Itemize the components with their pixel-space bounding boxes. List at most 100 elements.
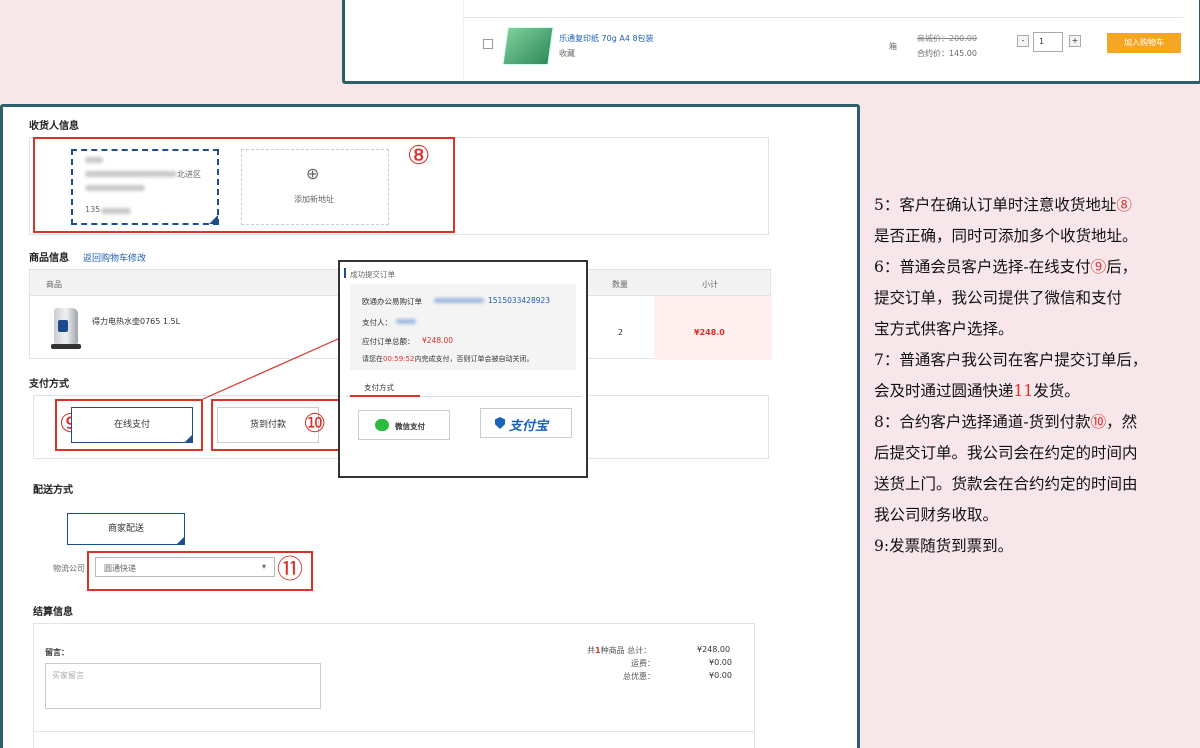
mall-price: 商城价：200.00 bbox=[917, 34, 977, 43]
note-text: 后提交订单。我公司会在约定的时间内 bbox=[874, 444, 1138, 462]
goods-section-title: 商品信息 bbox=[29, 253, 69, 264]
address-line2-blurred bbox=[85, 185, 145, 191]
payer-label: 支付人： bbox=[362, 318, 392, 327]
kettle-image bbox=[46, 306, 86, 350]
col-subtotal: 小计 bbox=[702, 280, 718, 289]
note-line: 8：合约客户选择通道-货到付款⑩，然 bbox=[874, 407, 1194, 438]
marker-11: ⑪ bbox=[277, 555, 304, 585]
order-no-blurred bbox=[434, 298, 484, 303]
selected-corner-icon bbox=[184, 434, 193, 443]
note-line: 我公司财务收取。 bbox=[874, 500, 1194, 531]
discount-label: 总优惠： bbox=[623, 672, 655, 681]
delivery-section-title: 配送方式 bbox=[33, 485, 73, 496]
product-name-link[interactable]: 乐通复印纸 70g A4 8包装 bbox=[559, 33, 654, 44]
add-to-cart-button[interactable]: 加入购物车 bbox=[1107, 33, 1181, 53]
note-line: 7：普通客户我公司在客户提交订单后， bbox=[874, 345, 1194, 376]
countdown-text: 请您在00:59:52内完成支付，否则订单会被自动关闭。 bbox=[362, 355, 534, 363]
note-text: 5：客户在确认订单时注意收货地址 bbox=[874, 196, 1117, 214]
item-qty: 2 bbox=[618, 328, 624, 337]
note-text: 8：合约客户选择通道-货到付款 bbox=[874, 413, 1091, 431]
logistics-value: 圆通快递 bbox=[104, 564, 136, 573]
note-text: 我公司财务收取。 bbox=[874, 506, 999, 524]
marker-8: ⑧ bbox=[407, 141, 431, 171]
note-marker: 11 bbox=[1013, 382, 1034, 400]
alipay-shield-icon bbox=[495, 417, 505, 429]
product-checkbox[interactable] bbox=[483, 39, 493, 49]
total-line: 共1种商品 总计： bbox=[587, 646, 652, 655]
message-placeholder: 买家留言 bbox=[52, 671, 84, 680]
note-line: 宝方式供客户选择。 bbox=[874, 314, 1194, 345]
note-line: 提交订单，我公司提供了微信和支付 bbox=[874, 283, 1194, 314]
note-marker: ⑨ bbox=[1090, 258, 1107, 276]
amount-value: ¥248.00 bbox=[422, 336, 454, 345]
add-plus-icon: ⊕ bbox=[306, 164, 320, 183]
wechat-pay-button[interactable]: 微信支付 bbox=[358, 410, 450, 440]
logistics-select[interactable]: 圆通快递 ▾ bbox=[95, 557, 275, 577]
logistics-label: 物流公司 bbox=[53, 564, 85, 573]
wechat-label: 微信支付 bbox=[395, 422, 425, 431]
note-text: 送货上门。货款会在合约约定的时间由 bbox=[874, 475, 1138, 493]
add-address-card[interactable]: ⊕ 添加新地址 bbox=[241, 149, 389, 225]
total-value: ¥248.00 bbox=[697, 645, 731, 654]
receiver-name-blurred bbox=[85, 157, 103, 163]
qty-plus-button[interactable]: + bbox=[1069, 35, 1081, 47]
settlement-divider bbox=[33, 731, 755, 732]
countdown-time: 00:59:52 bbox=[383, 355, 415, 363]
address-blurred bbox=[85, 171, 177, 177]
order-label: 欧通办公易购订单 bbox=[362, 297, 422, 306]
note-line: 是否正确，同时可添加多个收货地址。 bbox=[874, 221, 1194, 252]
column-divider bbox=[463, 0, 464, 81]
address-district: 北进区 bbox=[177, 170, 201, 179]
note-marker: ⑩ bbox=[1090, 413, 1107, 431]
amount-label: 应付订单总额： bbox=[362, 337, 415, 346]
address-card-selected[interactable]: 北进区 135 bbox=[71, 149, 219, 225]
alipay-button[interactable]: 支付宝 bbox=[480, 408, 572, 438]
product-thumbnail[interactable] bbox=[502, 27, 554, 65]
col-product: 商品 bbox=[46, 280, 62, 289]
contract-price: 合约价：145.00 bbox=[917, 49, 977, 58]
note-line: 会及时通过圆通快递11发货。 bbox=[874, 376, 1194, 407]
note-text: ，然 bbox=[1106, 413, 1138, 431]
settlement-section-title: 结算信息 bbox=[33, 607, 73, 618]
merchant-delivery-button[interactable]: 商家配送 bbox=[67, 513, 185, 545]
item-name[interactable]: 得力电热水壶0765 1.5L bbox=[92, 316, 180, 327]
popup-title: 成功提交订单 bbox=[350, 270, 395, 279]
product-list-screenshot: 乐通复印纸 70g A4 8包装 收藏 箱 商城价：200.00 合约价：145… bbox=[342, 0, 1200, 84]
collect-link[interactable]: 收藏 bbox=[559, 48, 575, 59]
phone-blurred bbox=[101, 208, 131, 214]
selected-corner-icon bbox=[176, 536, 185, 545]
discount-value: ¥0.00 bbox=[709, 671, 732, 680]
product-unit: 箱 bbox=[889, 42, 897, 51]
payer-blurred bbox=[396, 319, 416, 324]
note-text: 发货。 bbox=[1033, 382, 1080, 400]
message-textarea[interactable]: 买家留言 bbox=[45, 663, 321, 709]
note-line: 6：普通会员客户选择-在线支付⑨后， bbox=[874, 252, 1194, 283]
payment-section-title: 支付方式 bbox=[29, 379, 69, 390]
note-text: 提交订单，我公司提供了微信和支付 bbox=[874, 289, 1123, 307]
note-text: 会及时通过圆通快递 bbox=[874, 382, 1014, 400]
connector-arrow bbox=[202, 333, 351, 400]
note-text: 后， bbox=[1106, 258, 1138, 276]
marker-10: ⑩ bbox=[303, 409, 327, 439]
col-qty: 数量 bbox=[612, 280, 628, 289]
note-line: 5：客户在确认订单时注意收货地址⑧ bbox=[874, 190, 1194, 221]
qty-input[interactable]: 1 bbox=[1033, 32, 1063, 52]
wechat-icon bbox=[375, 419, 389, 431]
online-pay-button[interactable]: 在线支付 bbox=[71, 407, 193, 443]
order-success-popup: 成功提交订单 欧通办公易购订单 1515033428923 支付人： 应付订单总… bbox=[338, 260, 588, 478]
back-to-cart-link[interactable]: 返回购物车修改 bbox=[83, 251, 146, 264]
shipping-label: 运费： bbox=[631, 659, 655, 668]
online-pay-label: 在线支付 bbox=[113, 420, 150, 430]
phone-prefix: 135 bbox=[85, 205, 101, 214]
item-subtotal: ¥248.0 bbox=[694, 328, 725, 337]
note-text: 宝方式供客户选择。 bbox=[874, 320, 1014, 338]
note-line: 后提交订单。我公司会在约定的时间内 bbox=[874, 438, 1194, 469]
chevron-down-icon: ▾ bbox=[262, 562, 267, 571]
order-number[interactable]: 1515033428923 bbox=[488, 296, 550, 305]
note-text: 6：普通会员客户选择-在线支付 bbox=[874, 258, 1091, 276]
note-text: 9:发票随货到票到。 bbox=[874, 537, 1014, 555]
qty-minus-button[interactable]: - bbox=[1017, 35, 1029, 47]
tab-pay-method[interactable]: 支付方式 bbox=[364, 382, 394, 393]
note-line: 9:发票随货到票到。 bbox=[874, 531, 1194, 562]
row-divider bbox=[463, 17, 1183, 18]
